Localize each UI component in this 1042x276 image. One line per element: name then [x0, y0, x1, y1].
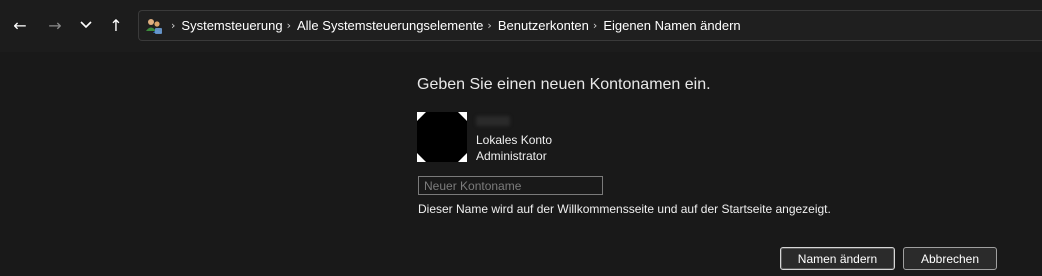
breadcrumb-separator[interactable]: › [287, 19, 291, 32]
change-name-button[interactable]: Namen ändern [780, 247, 895, 270]
up-button[interactable]: ↑ [104, 12, 128, 38]
account-role: Administrator [476, 149, 547, 163]
users-control-panel-icon [145, 17, 163, 35]
breadcrumb-eigenen-namen-aendern[interactable]: Eigenen Namen ändern [603, 18, 740, 33]
account-avatar [417, 112, 467, 162]
address-bar[interactable]: › Systemsteuerung › Alle Systemsteuerung… [138, 10, 1042, 41]
breadcrumb-systemsteuerung[interactable]: Systemsteuerung [181, 18, 282, 33]
forward-button[interactable]: → [43, 12, 67, 38]
chevron-down-icon [80, 17, 92, 33]
breadcrumb-separator[interactable]: › [487, 19, 491, 32]
back-button[interactable]: ← [8, 12, 32, 38]
recent-locations-button[interactable] [74, 12, 98, 38]
new-account-name-input[interactable] [418, 176, 603, 195]
breadcrumb-separator: › [171, 19, 176, 32]
cancel-button[interactable]: Abbrechen [903, 247, 997, 270]
arrow-right-icon: → [48, 15, 62, 35]
breadcrumb-alle-elemente[interactable]: Alle Systemsteuerungselemente [297, 18, 483, 33]
account-name-redacted [476, 116, 510, 126]
arrow-up-icon: ↑ [109, 15, 123, 35]
name-hint-text: Dieser Name wird auf der Willkommensseit… [418, 202, 831, 216]
account-type: Lokales Konto [476, 133, 553, 147]
page-heading: Geben Sie einen neuen Kontonamen ein. [417, 76, 711, 93]
breadcrumb-benutzerkonten[interactable]: Benutzerkonten [498, 18, 589, 33]
arrow-left-icon: ← [13, 15, 27, 35]
breadcrumb-separator[interactable]: › [593, 19, 597, 32]
navigation-toolbar: ← → ↑ › Systemsteuerung › Alle Systemste… [0, 0, 1042, 52]
